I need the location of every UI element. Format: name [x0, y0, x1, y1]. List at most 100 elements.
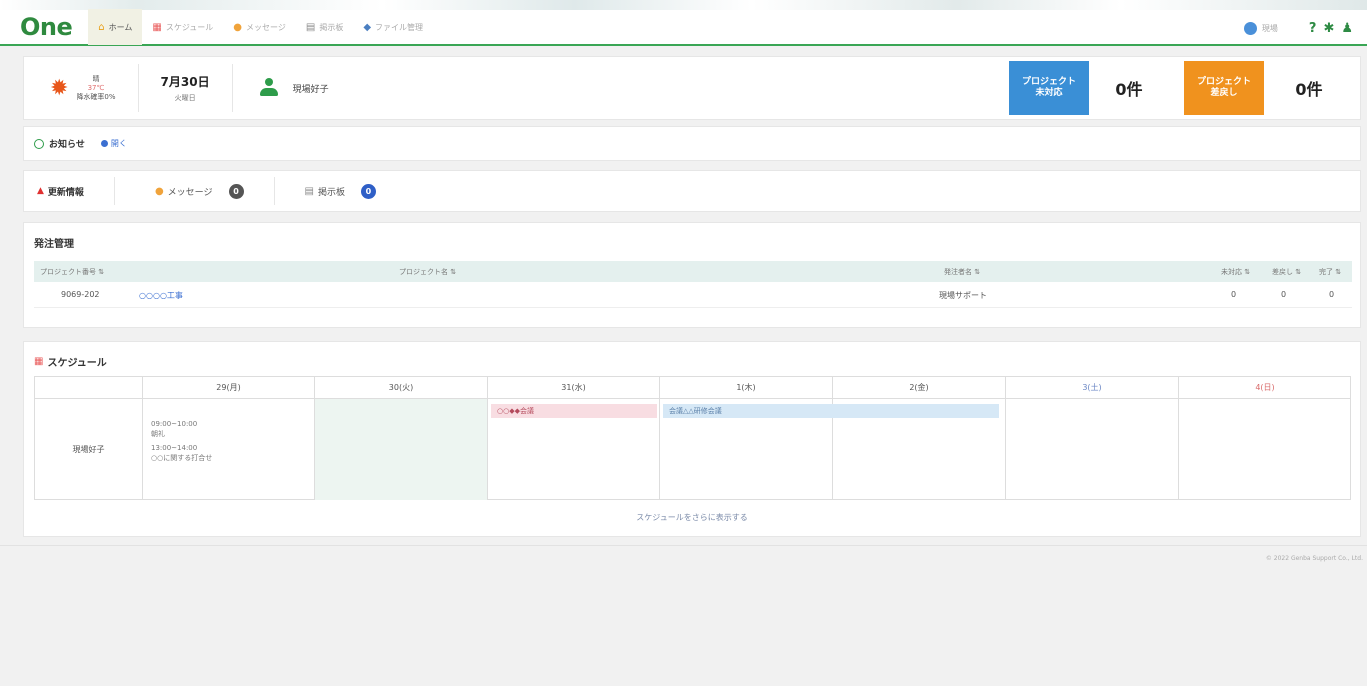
divider	[113, 177, 115, 205]
day-header-fri[interactable]: 2(金)	[833, 377, 1006, 399]
date-weekday: 火曜日	[174, 94, 196, 102]
project-returned-label2: 差戻し	[1210, 88, 1238, 98]
user-name: 現場	[1261, 23, 1278, 33]
footer-divider	[0, 545, 1367, 546]
nav-item-schedule[interactable]: ▦ スケジュール	[142, 9, 223, 45]
board-count-badge: 0	[360, 183, 376, 199]
summary-card: ✹ 晴 37℃ 降水確率0% 7月30日 火曜日 現場好子 プロジェクト 未対応 …	[23, 56, 1361, 120]
copyright: © 2022 Genba Support Co., Ltd.	[1265, 555, 1363, 562]
row-unhandled: 0	[1231, 290, 1237, 299]
calendar-cell-tue-today[interactable]	[315, 399, 488, 500]
schedule-calendar: 29(月) 30(火) 31(水) 1(木) 2(金) 3(土) 4(日) 現場…	[34, 376, 1351, 500]
weather-widget: ✹ 晴 37℃ 降水確率0%	[24, 64, 139, 112]
current-person: 現場好子	[233, 78, 329, 98]
updates-message[interactable]: ● メッセージ 0	[154, 183, 244, 199]
message-count-badge: 0	[228, 183, 244, 199]
user-icon[interactable]: ♟	[1341, 21, 1353, 36]
file-icon: ◆	[363, 21, 372, 33]
event-time: 13:00~14:00	[151, 444, 198, 452]
calendar-event[interactable]: 13:00~14:00 ○○に関する打合せ	[151, 443, 212, 463]
event-time: 09:00~10:00	[151, 420, 198, 428]
row-returned: 0	[1281, 290, 1287, 299]
open-icon	[100, 140, 108, 147]
calendar-event-bar[interactable]: 会議△△研修会議	[663, 404, 999, 418]
updates-card: ▲ 更新情報 ● メッセージ 0 ▤ 掲示板 0	[23, 170, 1361, 212]
calendar-icon: ▦	[152, 21, 162, 33]
project-unhandled-count: 0件	[1115, 80, 1143, 99]
nav-label-board: 掲示板	[319, 22, 344, 32]
orders-card: 発注管理 プロジェクト番号 ⇅ プロジェクト名 ⇅ 発注者名 ⇅ 未対応 ⇅ 差…	[23, 222, 1361, 328]
person-name: 現場好子	[292, 84, 329, 95]
notice-open-link[interactable]: 開く	[100, 138, 127, 149]
day-header-wed[interactable]: 31(水)	[488, 377, 660, 399]
col-client-name[interactable]: 発注者名 ⇅	[944, 267, 980, 277]
alert-icon: ▲	[37, 186, 44, 196]
calendar-event[interactable]: 09:00~10:00 朝礼	[151, 419, 197, 439]
user-chip[interactable]: 現場	[1243, 21, 1278, 35]
app-logo[interactable]: One	[20, 13, 73, 41]
date-widget: 7月30日 火曜日	[139, 64, 233, 112]
project-returned-tile[interactable]: プロジェクト 差戻し	[1184, 61, 1264, 115]
updates-board[interactable]: ▤ 掲示板 0	[304, 183, 376, 199]
col-returned[interactable]: 差戻し ⇅	[1272, 267, 1301, 277]
help-icon[interactable]: ?	[1309, 21, 1317, 36]
info-icon	[34, 138, 44, 149]
schedule-more-link[interactable]: スケジュールをさらに表示する	[24, 512, 1360, 523]
calendar-corner	[35, 377, 143, 399]
col-project-number[interactable]: プロジェクト番号 ⇅	[40, 267, 104, 277]
calendar-event-bar[interactable]: ○○◆◆会議	[491, 404, 657, 418]
day-header-sat[interactable]: 3(土)	[1006, 377, 1179, 399]
gear-icon[interactable]: ✱	[1323, 21, 1334, 36]
date-main: 7月30日	[160, 75, 210, 89]
sun-icon: ✹	[50, 75, 69, 101]
nav-item-file[interactable]: ◆ ファイル管理	[353, 9, 433, 45]
day-header-sun[interactable]: 4(日)	[1179, 377, 1351, 399]
schedule-card: ▦ スケジュール 29(月) 30(火) 31(水) 1(木) 2(金) 3(土…	[23, 341, 1361, 537]
message-icon: ●	[154, 185, 164, 197]
orders-title: 発注管理	[34, 239, 74, 250]
project-unhandled-tile[interactable]: プロジェクト 未対応	[1009, 61, 1089, 115]
updates-message-label: メッセージ	[167, 187, 213, 198]
calendar-person-name: 現場好子	[35, 399, 143, 500]
updates-board-label: 掲示板	[317, 187, 345, 198]
nav-label-file: ファイル管理	[375, 22, 424, 32]
notice-title: お知らせ	[49, 140, 85, 150]
updates-title-text: 更新情報	[47, 187, 84, 198]
nav-item-home[interactable]: ⌂ ホーム	[88, 9, 143, 45]
divider	[273, 177, 275, 205]
row-project-name-link[interactable]: ○○○○工事	[139, 290, 183, 301]
event-title: 朝礼	[151, 430, 165, 438]
nav-item-board[interactable]: ▤ 掲示板	[296, 9, 353, 45]
col-project-name[interactable]: プロジェクト名 ⇅	[399, 267, 456, 277]
user-avatar	[1243, 21, 1257, 35]
weather-text: 晴 37℃ 降水確率0%	[76, 75, 115, 102]
event-title: ○○に関する打合せ	[151, 454, 213, 462]
project-unhandled-label2: 未対応	[1035, 88, 1063, 98]
col-unhandled[interactable]: 未対応 ⇅	[1221, 267, 1250, 277]
main-nav: ⌂ ホーム ▦ スケジュール ● メッセージ ▤ 掲示板 ◆ ファイル管理	[88, 9, 433, 45]
day-header-thu[interactable]: 1(木)	[660, 377, 833, 399]
day-header-tue[interactable]: 30(火)	[315, 377, 488, 399]
project-unhandled-label1: プロジェクト	[1021, 77, 1076, 87]
weather-temp: 37℃	[87, 83, 105, 92]
board-icon: ▤	[305, 21, 316, 33]
orders-table-header: プロジェクト番号 ⇅ プロジェクト名 ⇅ 発注者名 ⇅ 未対応 ⇅ 差戻し ⇅ …	[34, 261, 1352, 282]
schedule-title-text: スケジュール	[47, 358, 107, 369]
calendar-cell-sun[interactable]	[1179, 399, 1351, 500]
project-returned-label1: プロジェクト	[1196, 77, 1251, 87]
table-row[interactable]: 9069-202 ○○○○工事 現場サポート 0 0 0	[34, 282, 1352, 308]
message-icon: ●	[233, 21, 243, 33]
notice-open-label: 開く	[110, 139, 127, 148]
weather-rain: 降水確率0%	[76, 92, 116, 101]
day-header-mon[interactable]: 29(月)	[143, 377, 315, 399]
nav-label-home: ホーム	[108, 22, 133, 32]
nav-label-message: メッセージ	[246, 22, 286, 32]
col-done[interactable]: 完了 ⇅	[1319, 267, 1341, 277]
home-icon: ⌂	[98, 21, 105, 33]
calendar-icon: ▦	[34, 356, 44, 367]
row-project-number: 9069-202	[61, 290, 100, 299]
row-done: 0	[1329, 290, 1335, 299]
calendar-cell-sat[interactable]	[1006, 399, 1179, 500]
nav-item-message[interactable]: ● メッセージ	[223, 9, 296, 45]
board-icon: ▤	[304, 185, 314, 197]
